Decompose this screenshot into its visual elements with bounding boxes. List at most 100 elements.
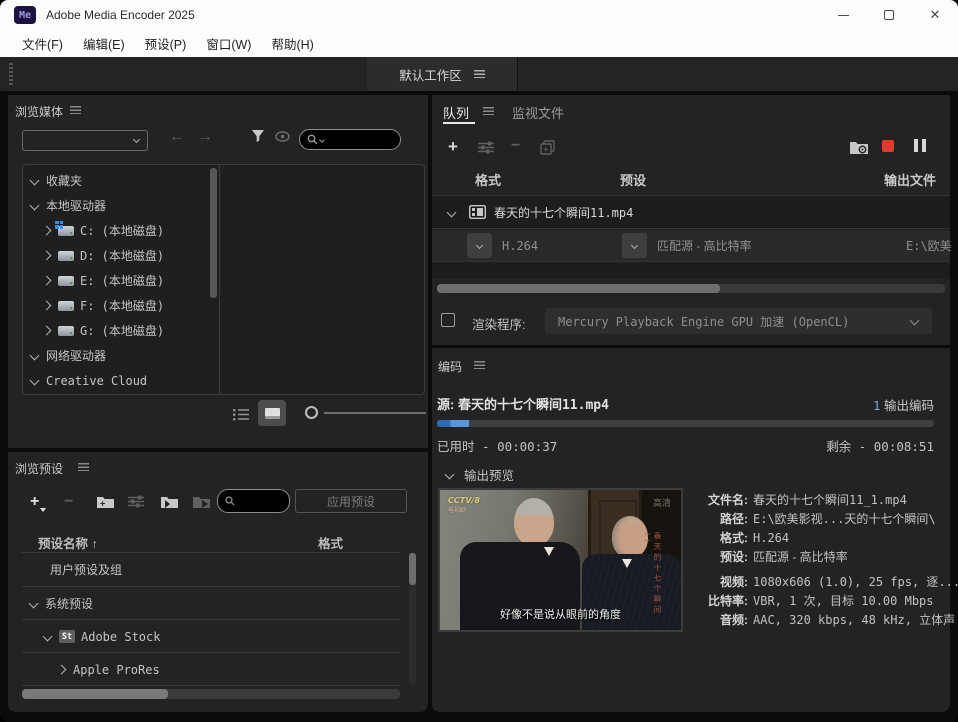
remove-button[interactable]: − [511, 137, 520, 155]
preset-horizontal-scrollbar[interactable] [22, 689, 400, 699]
renderer-dropdown[interactable]: Mercury Playback Engine GPU 加速 (OpenCL) [545, 308, 932, 334]
maximize-button[interactable] [866, 0, 912, 30]
menu-help[interactable]: 帮助(H) [261, 30, 323, 57]
preset-browser-title: 浏览预设 [15, 460, 63, 477]
preset-browser-panel-menu-icon[interactable] [78, 463, 89, 471]
watch-folder-button[interactable] [849, 139, 869, 155]
svg-text:+: + [544, 145, 549, 154]
drag-grip-icon[interactable] [9, 63, 13, 85]
format-dropdown[interactable] [467, 233, 492, 258]
renderer-label: 渲染程序: [472, 314, 525, 333]
column-header-preset-name[interactable]: 预设名称 ↑ [38, 533, 98, 552]
encode-source-name: 春天的十七个瞬间11.mp4 [458, 398, 609, 413]
queue-column-preset[interactable]: 预设 [620, 170, 646, 189]
chevron-down-icon [29, 599, 39, 609]
output-format: H.264 [502, 239, 612, 253]
filter-icon[interactable] [251, 129, 265, 143]
duplicate-icon: + [540, 140, 555, 155]
tree-item-drive-d[interactable]: D: (本地磁盘) [23, 243, 218, 268]
tree-item-drive-f[interactable]: F: (本地磁盘) [23, 293, 218, 318]
output-path-link[interactable]: E:\欧美 [906, 237, 952, 254]
minimize-icon [838, 15, 849, 16]
remaining-time: 剩余 - 00:08:51 [826, 436, 934, 455]
preset-row-apple-prores[interactable]: Apple ProRes [22, 653, 392, 686]
tree-item-drive-c[interactable]: C: (本地磁盘) [23, 218, 218, 243]
renderer-checkbox[interactable] [441, 313, 455, 327]
forward-arrow-icon[interactable]: → [197, 128, 213, 146]
eye-icon[interactable] [275, 131, 290, 142]
preset-vertical-scrollbar[interactable] [409, 553, 416, 685]
tree-item-creative-cloud[interactable]: Creative Cloud [23, 368, 218, 393]
tree-item-label: 收藏夹 [46, 172, 82, 189]
pause-button[interactable] [914, 139, 926, 152]
tree-item-favorites[interactable]: 收藏夹 [23, 168, 218, 193]
pause-icon [914, 139, 918, 152]
location-dropdown[interactable] [22, 130, 148, 151]
add-preset-button[interactable] [478, 141, 494, 154]
queue-horizontal-scrollbar[interactable] [437, 284, 945, 293]
import-preset-button[interactable] [160, 489, 179, 514]
workspace-menu-icon[interactable] [474, 70, 485, 78]
column-header-format[interactable]: 格式 [318, 533, 343, 552]
minus-icon: − [511, 137, 520, 155]
output-preview-toggle[interactable]: 输出预览 [446, 465, 514, 484]
encoding-title: 编码 [438, 358, 462, 375]
hd-badge: 高清 [653, 496, 671, 509]
zoom-slider-track[interactable] [324, 412, 426, 414]
queue-panel-menu-icon[interactable] [483, 107, 494, 115]
queue-column-output-file[interactable]: 输出文件 [884, 170, 936, 189]
active-tab-underline [443, 122, 475, 124]
video-subtitle: 好像不是说从眼前的角度 [440, 606, 681, 622]
media-search-box[interactable] [299, 129, 401, 150]
close-icon: ✕ [930, 7, 941, 23]
preset-row-user-presets[interactable]: 用户预设及组 [22, 553, 392, 586]
preset-row-label: 系统预设 [45, 595, 93, 612]
menu-preset[interactable]: 预设(P) [135, 30, 197, 57]
tab-watch-folders[interactable]: 监视文件 [512, 103, 564, 122]
chevron-right-icon [42, 301, 52, 311]
tree-item-drive-e[interactable]: E: (本地磁盘) [23, 268, 218, 293]
queue-source-row[interactable]: 春天的十七个瞬间11.mp4 [432, 196, 950, 229]
menu-edit[interactable]: 编辑(E) [73, 30, 135, 57]
queue-column-format[interactable]: 格式 [475, 170, 501, 189]
list-view-icon[interactable] [233, 408, 250, 421]
preset-search-input[interactable] [237, 495, 277, 507]
tab-queue[interactable]: 队列 [443, 103, 469, 122]
info-row-audio: 音频:AAC, 320 kbps, 48 kHz, 立体声 [690, 611, 958, 630]
info-row-format: 格式:H.264 [690, 529, 958, 548]
zoom-slider-knob[interactable] [305, 406, 318, 419]
menu-file[interactable]: 文件(F) [12, 30, 73, 57]
close-button[interactable]: ✕ [912, 0, 958, 30]
new-preset-group-button[interactable]: + [96, 489, 115, 514]
apply-preset-button[interactable]: 应用预设 [295, 489, 407, 513]
add-source-button[interactable]: + [448, 137, 458, 157]
elapsed-time: 已用时 - 00:00:37 [437, 436, 557, 455]
preset-settings-button[interactable] [128, 489, 144, 514]
media-browser-panel-menu-icon[interactable] [70, 106, 81, 114]
renderer-value: Mercury Playback Engine GPU 加速 (OpenCL) [558, 313, 849, 330]
tree-item-local-drives[interactable]: 本地驱动器 [23, 193, 218, 218]
menu-window[interactable]: 窗口(W) [196, 30, 261, 57]
queue-panel: 队列 监视文件 + − + 格式 预设 输出文件 春天的十七个瞬间11.mp4 [432, 95, 950, 345]
workspace-tab-default[interactable]: 默认工作区 [367, 57, 518, 91]
tree-item-drive-g[interactable]: G: (本地磁盘) [23, 318, 218, 343]
preset-search-box[interactable] [217, 489, 290, 513]
source-label: 源: [437, 397, 454, 412]
tree-pane-divider[interactable] [219, 165, 220, 394]
delete-preset-button[interactable]: − [64, 489, 73, 514]
export-preset-button[interactable] [192, 489, 211, 514]
preset-dropdown[interactable] [622, 233, 647, 258]
encoding-panel-menu-icon[interactable] [474, 361, 485, 369]
back-arrow-icon[interactable]: ← [169, 128, 185, 146]
preset-row-adobe-stock[interactable]: St Adobe Stock [22, 620, 392, 653]
tree-item-network-drives[interactable]: 网络驱动器 [23, 343, 218, 368]
duplicate-button[interactable]: + [540, 140, 555, 155]
media-search-input[interactable] [326, 134, 386, 146]
queue-output-row[interactable]: H.264 匹配源 - 高比特率 E:\欧美 [432, 230, 950, 262]
create-preset-button[interactable]: + [30, 489, 39, 514]
thumbnail-view-button[interactable] [258, 400, 286, 426]
minimize-button[interactable] [820, 0, 866, 30]
preset-row-system-presets[interactable]: 系统预设 [22, 587, 392, 620]
stop-button[interactable] [882, 140, 894, 152]
drive-icon [58, 301, 74, 311]
